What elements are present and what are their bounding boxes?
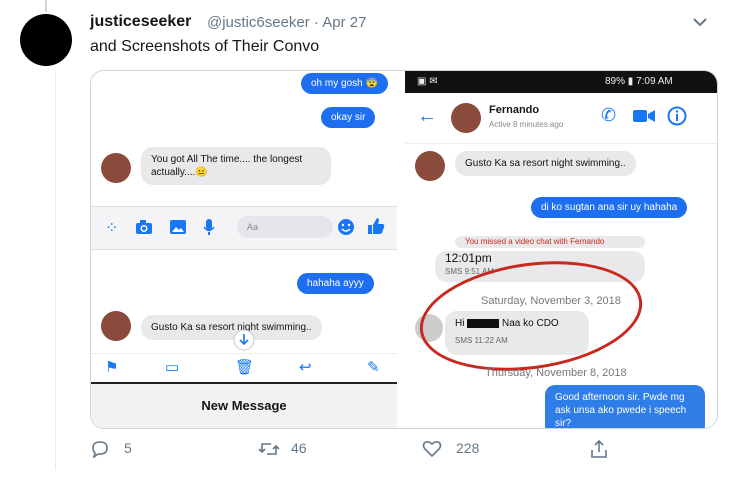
status-text: 89% ▮ 7:09 AM: [605, 76, 673, 87]
thumbs-up-icon[interactable]: [367, 217, 385, 235]
message-bubble: You got All The time.... the longest act…: [141, 147, 331, 185]
contact-status: Active 8 minutes ago: [489, 120, 564, 129]
missed-call-notice: You missed a video chat with Fernando: [455, 236, 645, 248]
message-composer: ⁘ Aa: [91, 206, 397, 250]
back-arrow-icon[interactable]: ←: [417, 105, 437, 128]
message-bubble: Gusto Ka sa resort night swimming..: [141, 315, 322, 340]
chevron-down-icon[interactable]: [690, 12, 710, 32]
heart-icon[interactable]: [422, 440, 442, 458]
microphone-icon[interactable]: [203, 218, 215, 236]
mail-toolbar: ⚑ ▭ 🗑 ↩ ✎: [91, 353, 397, 382]
reply-count: 5: [124, 440, 132, 456]
message-bubble: di ko sugtan ana sir uy hahaha: [531, 197, 688, 218]
like-count: 228: [456, 440, 480, 456]
image-icon[interactable]: [169, 219, 187, 235]
new-message-title: New Message: [91, 382, 397, 428]
author-name[interactable]: justiceseeker: [90, 13, 191, 31]
divider: [397, 71, 405, 428]
video-camera-icon[interactable]: [633, 109, 655, 123]
flag-icon[interactable]: ⚑: [105, 358, 118, 376]
reply-icon[interactable]: ↩: [299, 358, 312, 376]
message-bubble: okay sir: [321, 107, 376, 128]
thread-line: [45, 0, 47, 12]
avatar: [101, 153, 131, 183]
chat-header: ← Fernando Active 8 minutes ago ✆: [405, 93, 717, 144]
avatar: [451, 103, 481, 133]
retweet-icon[interactable]: [258, 440, 280, 458]
status-bar: ▣ ✉ 89% ▮ 7:09 AM: [405, 71, 717, 93]
message-bubble: Good afternoon sir. Pwde mg ask unsa ako…: [545, 385, 705, 428]
message-bubble: hahaha ayyy: [297, 273, 374, 294]
avatar[interactable]: [20, 14, 72, 66]
avatar: [101, 311, 131, 341]
reply-icon[interactable]: [91, 440, 109, 458]
camera-icon[interactable]: [135, 219, 153, 235]
message-bubble: Gusto Ka sa resort night swimming..: [455, 151, 636, 176]
retweet-count: 46: [291, 440, 307, 456]
date-separator: Thursday, November 8, 2018: [485, 367, 627, 379]
phone-icon[interactable]: ✆: [601, 105, 616, 126]
thread-line: [55, 70, 56, 470]
right-screenshot: ▣ ✉ 89% ▮ 7:09 AM ← Fernando Active 8 mi…: [405, 71, 717, 428]
avatar: [415, 151, 445, 181]
left-screenshot: oh my gosh 😨 okay sir You got All The ti…: [91, 71, 397, 428]
emoji-icon[interactable]: [337, 218, 355, 236]
message-input[interactable]: Aa: [237, 216, 333, 238]
compose-icon[interactable]: ✎: [367, 358, 380, 376]
apps-icon[interactable]: ⁘: [105, 218, 118, 238]
info-icon[interactable]: [667, 106, 687, 126]
folder-icon[interactable]: ▭: [165, 358, 179, 376]
arrow-down-icon[interactable]: [233, 329, 255, 351]
author-handle-date[interactable]: @justic6seeker · Apr 27: [207, 14, 366, 31]
notification-icon: ▣ ✉: [417, 76, 438, 87]
message-bubble: oh my gosh 😨: [301, 73, 388, 94]
share-icon[interactable]: [590, 439, 608, 459]
media-image[interactable]: oh my gosh 😨 okay sir You got All The ti…: [90, 70, 718, 429]
contact-name: Fernando: [489, 104, 540, 116]
tweet-text: and Screenshots of Their Convo: [90, 38, 320, 55]
trash-icon[interactable]: 🗑: [235, 358, 254, 376]
